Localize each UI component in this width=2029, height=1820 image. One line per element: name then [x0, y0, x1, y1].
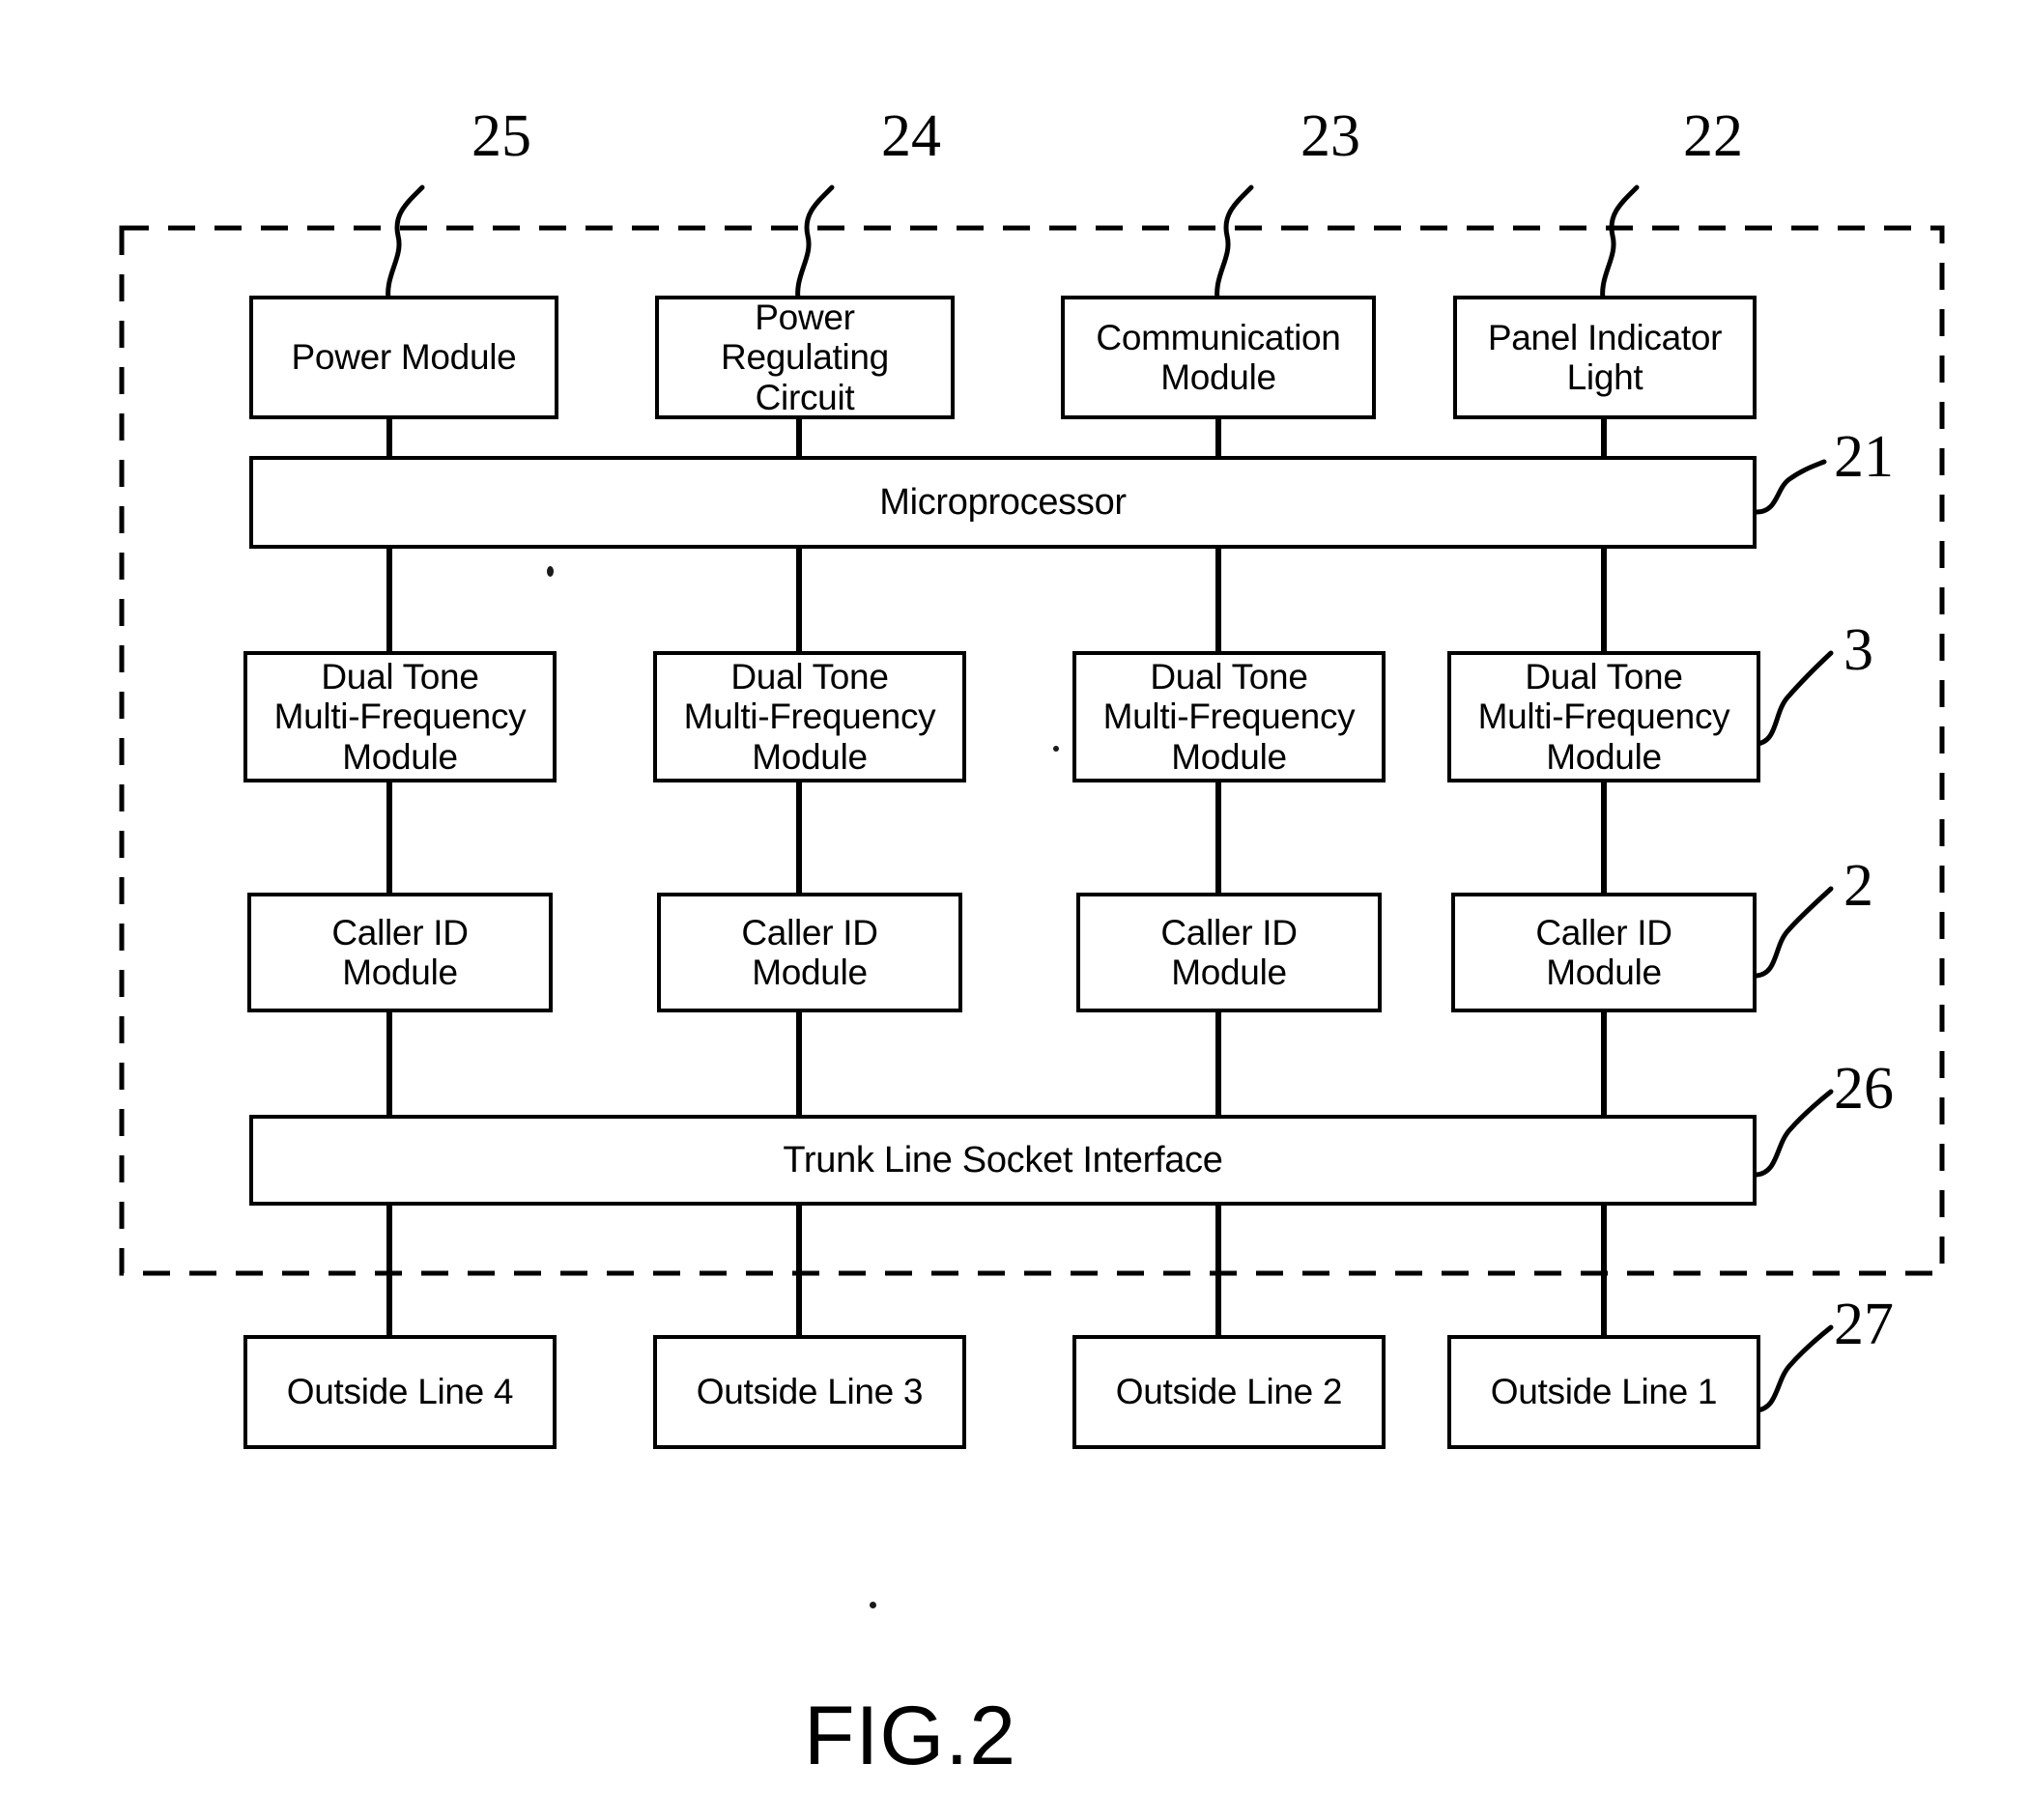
node-trunk-line-socket-interface-label: Trunk Line Socket Interface	[783, 1139, 1223, 1180]
refnum-26: 26	[1834, 1056, 1894, 1122]
scan-speck	[870, 1602, 876, 1608]
leader-25	[386, 185, 425, 308]
node-power-module[interactable]: Power Module	[249, 296, 558, 419]
node-power-regulating-circuit-label-3: Circuit	[755, 377, 855, 417]
node-dtmf-module-4[interactable]: Dual Tone Multi-Frequency Module	[243, 651, 557, 782]
node-dtmf-label-1: Dual Tone	[1525, 656, 1683, 697]
node-power-regulating-circuit[interactable]: Power Regulating Circuit	[655, 296, 955, 419]
node-caller-id-label-1: Caller ID	[741, 912, 878, 953]
node-outside-line-2[interactable]: Outside Line 2	[1072, 1335, 1386, 1449]
node-caller-id-label-2: Module	[342, 953, 458, 992]
node-outside-line-1-label: Outside Line 1	[1490, 1372, 1718, 1412]
leader-22	[1600, 185, 1640, 308]
node-outside-line-1[interactable]: Outside Line 1	[1447, 1335, 1760, 1449]
figure-caption: FIG.2	[804, 1690, 1017, 1782]
node-caller-id-module-3[interactable]: Caller ID Module	[657, 893, 962, 1012]
node-panel-indicator-light[interactable]: Panel Indicator Light	[1453, 296, 1757, 419]
patent-figure-page: Power Module Power Regulating Circuit Co…	[0, 0, 2029, 1820]
node-dtmf-module-1[interactable]: Dual Tone Multi-Frequency Module	[1447, 651, 1760, 782]
node-caller-id-label-2: Module	[1171, 953, 1287, 992]
scan-speck	[1053, 746, 1059, 752]
scan-speck	[547, 566, 554, 577]
node-dtmf-label-1: Dual Tone	[730, 656, 889, 697]
refnum-21: 21	[1834, 424, 1894, 490]
node-microprocessor[interactable]: Microprocessor	[249, 456, 1757, 549]
node-dtmf-label-2: Multi-Frequency	[273, 697, 527, 737]
node-caller-id-label-1: Caller ID	[1535, 912, 1672, 953]
leader-21	[1754, 459, 1827, 515]
refnum-2: 2	[1843, 853, 1873, 919]
leader-26	[1754, 1089, 1834, 1178]
node-outside-line-3-label: Outside Line 3	[696, 1372, 924, 1412]
node-outside-line-4-label: Outside Line 4	[286, 1372, 514, 1412]
node-dtmf-label-3: Module	[1546, 736, 1662, 777]
refnum-23: 23	[1300, 103, 1360, 169]
node-dtmf-label-2: Multi-Frequency	[1102, 697, 1356, 737]
leader-24	[795, 185, 835, 308]
node-caller-id-module-4[interactable]: Caller ID Module	[247, 893, 553, 1012]
node-dtmf-module-3[interactable]: Dual Tone Multi-Frequency Module	[653, 651, 966, 782]
leader-2	[1754, 886, 1834, 979]
node-trunk-line-socket-interface[interactable]: Trunk Line Socket Interface	[249, 1115, 1757, 1206]
node-caller-id-label-1: Caller ID	[1160, 912, 1298, 953]
node-dtmf-label-2: Multi-Frequency	[683, 697, 936, 737]
node-power-regulating-circuit-label-2: Regulating	[721, 337, 889, 378]
node-communication-module-label-1: Communication	[1096, 317, 1341, 357]
node-caller-id-label-2: Module	[1546, 953, 1662, 992]
node-panel-indicator-light-label-2: Light	[1566, 357, 1643, 397]
refnum-22: 22	[1683, 103, 1743, 169]
refnum-3: 3	[1843, 617, 1873, 683]
node-panel-indicator-light-label-1: Panel Indicator	[1487, 317, 1723, 357]
refnum-25: 25	[472, 103, 531, 169]
node-dtmf-label-1: Dual Tone	[1150, 656, 1308, 697]
leader-27	[1754, 1324, 1834, 1413]
refnum-27: 27	[1834, 1292, 1894, 1357]
node-dtmf-label-3: Module	[752, 736, 868, 777]
node-communication-module-label-2: Module	[1160, 357, 1276, 397]
node-dtmf-label-3: Module	[1171, 736, 1287, 777]
node-caller-id-module-2[interactable]: Caller ID Module	[1076, 893, 1382, 1012]
leader-23	[1215, 185, 1254, 308]
node-dtmf-label-2: Multi-Frequency	[1477, 697, 1730, 737]
node-outside-line-3[interactable]: Outside Line 3	[653, 1335, 966, 1449]
node-dtmf-module-2[interactable]: Dual Tone Multi-Frequency Module	[1072, 651, 1386, 782]
node-dtmf-label-3: Module	[342, 736, 458, 777]
node-caller-id-label-2: Module	[752, 953, 868, 992]
node-power-module-label: Power Module	[291, 337, 517, 378]
node-outside-line-2-label: Outside Line 2	[1115, 1372, 1343, 1412]
node-power-regulating-circuit-label-1: Power	[755, 297, 855, 337]
node-outside-line-4[interactable]: Outside Line 4	[243, 1335, 557, 1449]
node-caller-id-label-1: Caller ID	[331, 912, 469, 953]
node-communication-module[interactable]: Communication Module	[1061, 296, 1376, 419]
leader-3	[1754, 650, 1834, 747]
node-dtmf-label-1: Dual Tone	[321, 656, 479, 697]
refnum-24: 24	[881, 103, 941, 169]
node-microprocessor-label: Microprocessor	[879, 481, 1127, 523]
node-caller-id-module-1[interactable]: Caller ID Module	[1451, 893, 1757, 1012]
